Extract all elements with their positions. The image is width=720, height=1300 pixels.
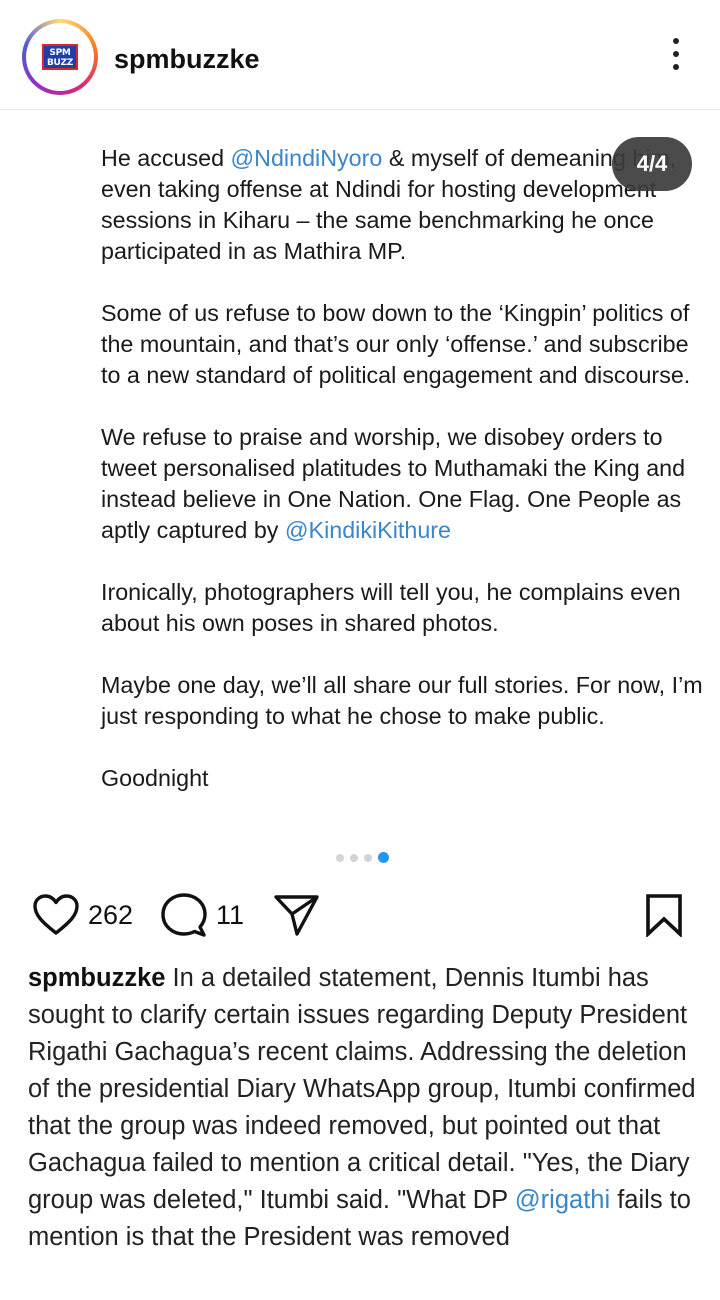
carousel-dot-active[interactable]: [377, 852, 389, 863]
heart-icon: [33, 894, 79, 935]
like-button[interactable]: 262: [32, 890, 133, 940]
carousel-dot[interactable]: [349, 854, 358, 862]
post-image[interactable]: He accused @NdindiNyoro & myself of deme…: [0, 111, 720, 871]
action-bar: 262 11: [0, 890, 720, 946]
carousel-dot[interactable]: [363, 854, 372, 862]
more-options-icon[interactable]: [662, 38, 690, 78]
avatar[interactable]: SPM BUZZ: [22, 19, 98, 95]
carousel-dots: [0, 852, 720, 864]
post-image-text: He accused @NdindiNyoro & myself of deme…: [101, 143, 711, 825]
username[interactable]: spmbuzzke: [114, 44, 260, 75]
share-button[interactable]: [272, 890, 320, 940]
caption-username[interactable]: spmbuzzke: [28, 964, 165, 992]
comment-button[interactable]: 11: [160, 890, 244, 940]
post-paragraph: Maybe one day, we’ll all share our full …: [101, 672, 703, 729]
send-icon: [274, 895, 319, 936]
post-paragraph: Goodnight: [101, 765, 209, 791]
carousel-dot[interactable]: [335, 854, 344, 862]
avatar-logo-text: SPM BUZZ: [42, 44, 78, 70]
like-count: 262: [88, 899, 134, 930]
comment-count: 11: [216, 899, 245, 930]
comment-icon: [161, 893, 207, 937]
spmbuzz-logo: SPM BUZZ: [34, 31, 86, 83]
save-button[interactable]: [644, 890, 684, 940]
post-paragraph: We refuse to praise and worship, we diso…: [101, 424, 686, 543]
mention-link[interactable]: @rigathi: [515, 1186, 610, 1214]
carousel-counter: 4/4: [612, 137, 692, 191]
mention-link: @NdindiNyoro: [230, 145, 383, 171]
mention-link: @KindikiKithure: [284, 517, 451, 543]
post-paragraph: Some of us refuse to bow down to the ‘Ki…: [101, 300, 691, 388]
post-paragraph: Ironically, photographers will tell you,…: [101, 579, 681, 636]
post-header: SPM BUZZ spmbuzzke: [0, 0, 720, 110]
bookmark-icon: [646, 894, 682, 937]
post-caption: spmbuzzke In a detailed statement, Denni…: [28, 964, 696, 1251]
